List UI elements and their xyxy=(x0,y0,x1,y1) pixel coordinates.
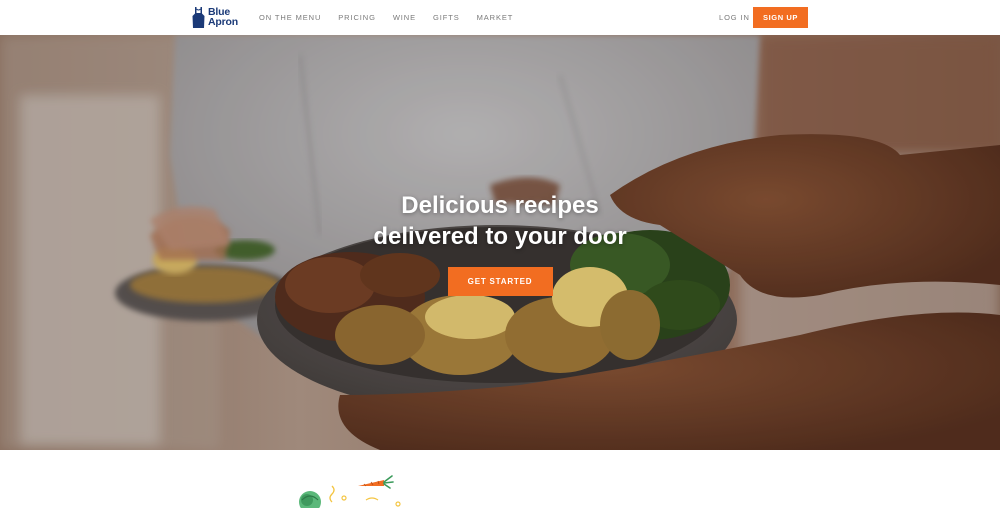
carrot-icon xyxy=(358,475,394,489)
apron-icon xyxy=(192,6,205,28)
confetti-icon xyxy=(329,485,401,507)
hero-section: Delicious recipes delivered to your door… xyxy=(0,35,1000,450)
lettuce-icon xyxy=(299,491,321,508)
hero-headline-line-2: delivered to your door xyxy=(373,223,627,250)
login-link[interactable]: LOG IN xyxy=(719,0,750,35)
nav-pricing[interactable]: PRICING xyxy=(338,13,376,22)
doodle-illustration xyxy=(299,475,401,508)
nav-on-the-menu[interactable]: ON THE MENU xyxy=(259,13,321,22)
hero-headline: Delicious recipes delivered to your door xyxy=(373,190,626,252)
how-it-works-section xyxy=(0,450,1000,508)
main-nav: ON THE MENU PRICING WINE GIFTS MARKET xyxy=(259,0,513,35)
hero-headline-line-1: Delicious recipes xyxy=(401,192,599,219)
logo-line-2: Apron xyxy=(208,16,238,28)
hero-content: Delicious recipes delivered to your door… xyxy=(0,190,1000,296)
blue-apron-logo[interactable]: Blue Apron xyxy=(192,5,238,29)
logo-wordmark: Blue Apron xyxy=(208,7,238,28)
nav-wine[interactable]: WINE xyxy=(393,13,416,22)
nav-market[interactable]: MARKET xyxy=(477,13,514,22)
get-started-button[interactable]: GET STARTED xyxy=(447,267,553,296)
signup-button[interactable]: SIGN UP xyxy=(753,7,808,28)
nav-gifts[interactable]: GIFTS xyxy=(433,13,460,22)
site-header: Blue Apron ON THE MENU PRICING WINE GIFT… xyxy=(0,0,1000,35)
